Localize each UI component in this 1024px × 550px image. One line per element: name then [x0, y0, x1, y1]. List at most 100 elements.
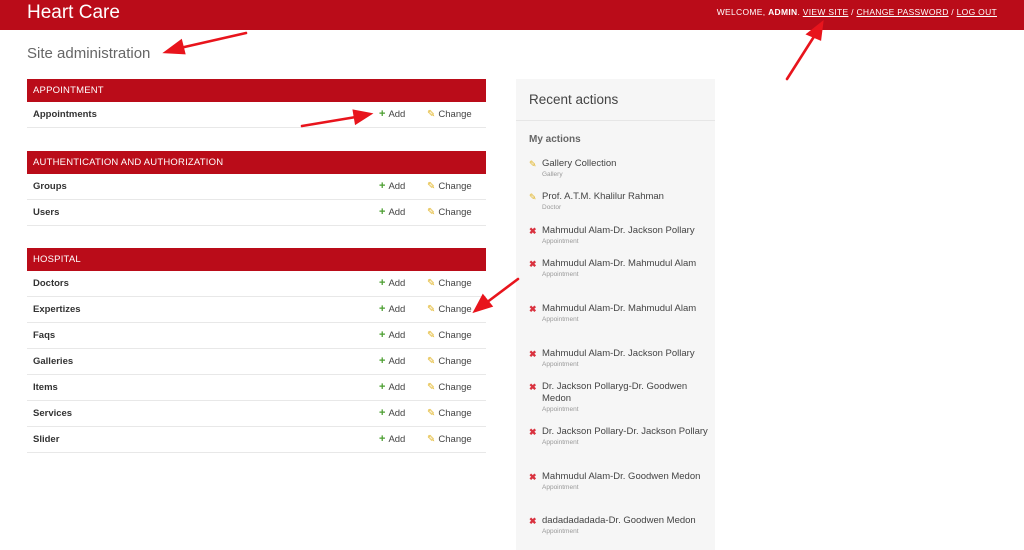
change-button[interactable]: ✎ Change: [427, 375, 472, 400]
model-row-faqs: Faqs + Add ✎ Change: [27, 323, 486, 349]
add-button[interactable]: + Add: [379, 375, 405, 400]
change-label: Change: [438, 330, 472, 341]
recent-action-type: Appointment: [542, 238, 579, 245]
x-icon: ✖: [529, 516, 537, 526]
add-button[interactable]: + Add: [379, 102, 405, 127]
add-label: Add: [388, 181, 406, 192]
pencil-icon: ✎: [427, 207, 436, 218]
recent-actions-title: Recent actions: [529, 92, 619, 107]
pencil-icon: ✎: [427, 181, 436, 192]
pencil-icon: ✎: [529, 192, 537, 202]
recent-action-link[interactable]: Dr. Jackson Pollaryg-Dr. Goodwen Medon: [542, 381, 709, 405]
x-icon: ✖: [529, 382, 537, 392]
pencil-icon: ✎: [427, 382, 436, 393]
change-button[interactable]: ✎ Change: [427, 349, 472, 374]
add-button[interactable]: + Add: [379, 323, 405, 348]
add-button[interactable]: + Add: [379, 427, 405, 452]
module-header[interactable]: HOSPITAL: [27, 248, 486, 271]
recent-action-link[interactable]: dadadadadada-Dr. Goodwen Medon: [542, 515, 709, 527]
my-actions-label: My actions: [529, 134, 581, 145]
model-link-users[interactable]: Users: [33, 200, 59, 225]
x-icon: ✖: [529, 226, 537, 236]
model-link-items[interactable]: Items: [33, 375, 58, 400]
recent-action-type: Doctor: [542, 204, 562, 211]
welcome-text: WELCOME,: [716, 7, 769, 17]
change-button[interactable]: ✎ Change: [427, 271, 472, 296]
change-button[interactable]: ✎ Change: [427, 102, 472, 127]
model-link-galleries[interactable]: Galleries: [33, 349, 73, 374]
add-label: Add: [388, 434, 406, 445]
change-button[interactable]: ✎ Change: [427, 200, 472, 225]
log-out-link[interactable]: LOG OUT: [957, 7, 997, 17]
add-button[interactable]: + Add: [379, 297, 405, 322]
add-label: Add: [388, 207, 406, 218]
plus-icon: +: [379, 355, 386, 367]
divider: [516, 120, 715, 121]
module-header[interactable]: AUTHENTICATION AND AUTHORIZATION: [27, 151, 486, 174]
add-label: Add: [388, 278, 406, 289]
change-label: Change: [438, 356, 472, 367]
model-row-expertizes: Expertizes + Add ✎ Change: [27, 297, 486, 323]
recent-action-item: ✖ Dr. Jackson Pollary-Dr. Jackson Pollary…: [529, 426, 709, 448]
model-link-faqs[interactable]: Faqs: [33, 323, 55, 348]
model-link-doctors[interactable]: Doctors: [33, 271, 69, 296]
change-label: Change: [438, 382, 472, 393]
add-button[interactable]: + Add: [379, 174, 405, 199]
recent-action-type: Appointment: [542, 484, 579, 491]
plus-icon: +: [379, 206, 386, 218]
add-label: Add: [388, 109, 406, 120]
view-site-link[interactable]: VIEW SITE: [803, 7, 849, 17]
header-bar: Heart Care WELCOME, ADMIN. VIEW SITE / C…: [0, 0, 1024, 30]
model-link-groups[interactable]: Groups: [33, 174, 67, 199]
change-button[interactable]: ✎ Change: [427, 297, 472, 322]
recent-action-link[interactable]: Mahmudul Alam-Dr. Goodwen Medon: [542, 471, 709, 483]
plus-icon: +: [379, 329, 386, 341]
recent-action-item: ✖ Dr. Jackson Pollaryg-Dr. Goodwen Medon A…: [529, 381, 709, 415]
change-password-link[interactable]: CHANGE PASSWORD: [856, 7, 948, 17]
recent-action-link[interactable]: Mahmudul Alam-Dr. Mahmudul Alam: [542, 303, 709, 315]
change-button[interactable]: ✎ Change: [427, 427, 472, 452]
model-row-users: Users + Add ✎ Change: [27, 200, 486, 226]
change-button[interactable]: ✎ Change: [427, 401, 472, 426]
plus-icon: +: [379, 180, 386, 192]
recent-action-link[interactable]: Dr. Jackson Pollary-Dr. Jackson Pollary: [542, 426, 709, 438]
recent-actions-panel: Recent actions My actions ✎ Gallery Colle…: [516, 79, 715, 550]
recent-action-type: Appointment: [542, 271, 579, 278]
recent-action-link[interactable]: Mahmudul Alam-Dr. Mahmudul Alam: [542, 258, 709, 270]
model-link-slider[interactable]: Slider: [33, 427, 59, 452]
model-link-appointments[interactable]: Appointments: [33, 102, 97, 127]
username: ADMIN: [768, 7, 798, 17]
recent-action-type: Appointment: [542, 406, 579, 413]
recent-action-link[interactable]: Mahmudul Alam-Dr. Jackson Pollary: [542, 348, 709, 360]
plus-icon: +: [379, 381, 386, 393]
model-link-expertizes[interactable]: Expertizes: [33, 297, 81, 322]
model-row-groups: Groups + Add ✎ Change: [27, 174, 486, 200]
add-label: Add: [388, 304, 406, 315]
add-label: Add: [388, 330, 406, 341]
model-row-galleries: Galleries + Add ✎ Change: [27, 349, 486, 375]
change-button[interactable]: ✎ Change: [427, 174, 472, 199]
add-button[interactable]: + Add: [379, 349, 405, 374]
recent-action-link[interactable]: Gallery Collection: [542, 158, 709, 170]
add-button[interactable]: + Add: [379, 401, 405, 426]
arrow-page-title: [178, 31, 248, 50]
pencil-icon: ✎: [529, 159, 537, 169]
add-button[interactable]: + Add: [379, 271, 405, 296]
add-label: Add: [388, 382, 406, 393]
site-brand[interactable]: Heart Care: [27, 2, 120, 24]
change-button[interactable]: ✎ Change: [427, 323, 472, 348]
add-button[interactable]: + Add: [379, 200, 405, 225]
change-label: Change: [438, 408, 472, 419]
recent-action-type: Appointment: [542, 316, 579, 323]
recent-action-type: Appointment: [542, 439, 579, 446]
model-link-services[interactable]: Services: [33, 401, 72, 426]
add-label: Add: [388, 356, 406, 367]
recent-action-link[interactable]: Mahmudul Alam-Dr. Jackson Pollary: [542, 225, 709, 237]
recent-action-item: ✖ Mahmudul Alam-Dr. Goodwen Medon Appointm…: [529, 471, 709, 493]
model-row-appointments: Appointments + Add ✎ Change: [27, 102, 486, 128]
module-header[interactable]: APPOINTMENT: [27, 79, 486, 102]
pencil-icon: ✎: [427, 356, 436, 367]
x-icon: ✖: [529, 304, 537, 314]
recent-action-link[interactable]: Prof. A.T.M. Khalilur Rahman: [542, 191, 709, 203]
change-label: Change: [438, 304, 472, 315]
